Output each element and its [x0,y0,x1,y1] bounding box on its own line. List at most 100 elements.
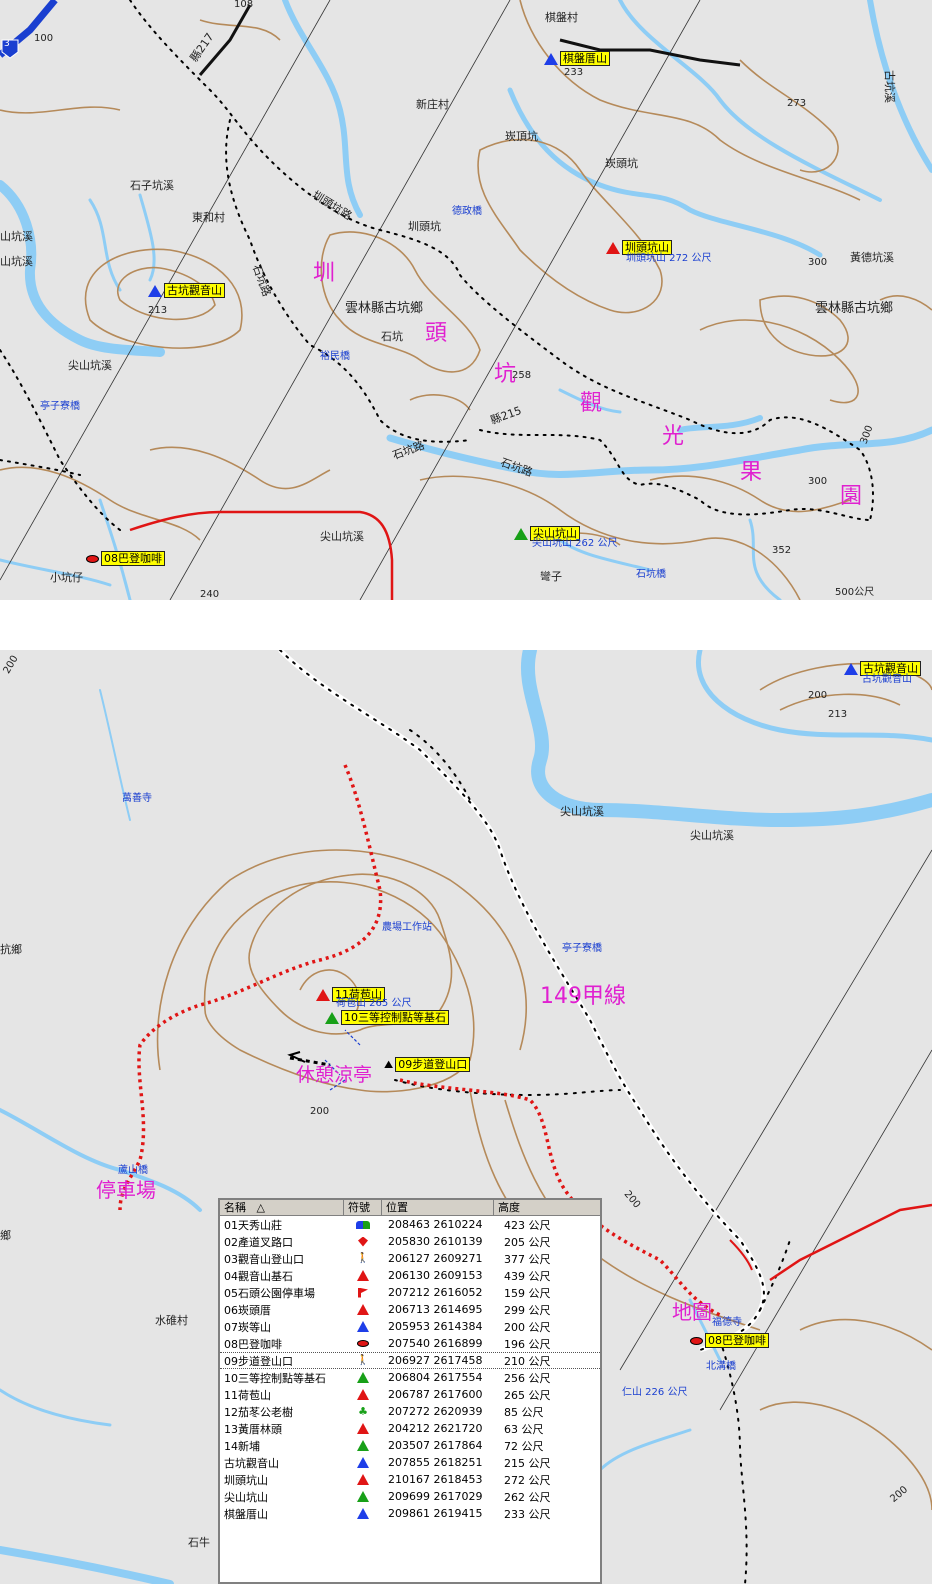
table-row[interactable]: 古坑觀音山 207855 2618251 215 公尺 [220,1454,600,1471]
cell-symbol [344,1340,382,1347]
cell-position: 206804 2617554 [388,1371,483,1384]
cell-symbol [344,1491,382,1502]
waypoint-sub: 荷苞山 265 公尺 [336,998,412,1009]
waypoint-sub: 圳頭坑山 272 公尺 [626,253,712,264]
cell-symbol [344,1321,382,1332]
cell-name: 圳頭坑山 [224,1473,268,1487]
waypoint-cafe[interactable]: 08巴登咖啡 [86,551,165,566]
table-row[interactable]: 11荷苞山 206787 2617600 265 公尺 [220,1386,600,1403]
edge-label: 古坑溪 [883,70,896,103]
column-header-name[interactable]: 名稱 △ [220,1200,344,1215]
tree-icon: ♣ [358,1405,368,1418]
table-row[interactable]: 07崁等山 205953 2614384 200 公尺 [220,1318,600,1335]
cell-position: 205830 2610139 [388,1235,483,1248]
village-label: 崁頂坑 [505,130,538,143]
cell-symbol [344,1474,382,1485]
table-row[interactable]: 08巴登咖啡 207540 2616899 196 公尺 [220,1335,600,1352]
waypoint-guanyin-mountain[interactable]: 古坑觀音山 [148,283,225,298]
table-row[interactable]: 03觀音山登山口 🚶 206127 2609271 377 公尺 [220,1250,600,1267]
cell-position: 210167 2618453 [388,1473,483,1486]
cell-name: 09步道登山口 [224,1354,293,1368]
mountain-blue-icon [357,1457,369,1468]
edge-label: 山坑溪 [0,255,33,268]
sort-indicator-icon: △ [256,1201,265,1214]
mountain-blue-icon [357,1321,369,1332]
table-row[interactable]: 10三等控制點等基石 206804 2617554 256 公尺 [220,1369,600,1386]
cell-position: 207855 2618251 [388,1456,483,1469]
cell-name: 11荷苞山 [224,1388,271,1402]
table-row[interactable]: 圳頭坑山 210167 2618453 272 公尺 [220,1471,600,1488]
waypoint-qipan-mountain[interactable]: 棋盤厝山 [544,51,610,66]
table-row[interactable]: 14新埔 203507 2617864 72 公尺 [220,1437,600,1454]
cell-altitude: 85 公尺 [504,1405,544,1419]
cell-name: 10三等控制點等基石 [224,1371,326,1385]
waypoint-trailhead[interactable]: ⛰ 09步道登山口 [384,1057,471,1072]
table-row[interactable]: 04觀音山基石 206130 2609153 439 公尺 [220,1267,600,1284]
village-label: 尖山坑溪 [320,530,364,543]
route-banner-char: 園 [840,484,863,509]
cell-position: 206130 2609153 [388,1269,483,1282]
elevation-label: 273 [787,98,807,109]
mountain-green-icon [357,1440,369,1451]
mountain-green-icon [325,1011,339,1024]
bridge-label: 裕民橋 [320,351,350,362]
table-row[interactable]: 02產道叉路口 205830 2610139 205 公尺 [220,1233,600,1250]
mountain-green-icon [514,527,528,540]
mountain-red-icon [606,241,620,254]
hiker-icon: ⛰ [384,1058,394,1071]
cell-position: 206713 2614695 [388,1303,483,1316]
waypoint-control-point[interactable]: 10三等控制點等基石 [325,1010,449,1025]
cell-symbol: 🚶 [344,1355,382,1366]
contours [0,0,932,600]
waypoint-label: 08巴登咖啡 [705,1333,769,1348]
cell-altitude: 423 公尺 [504,1218,551,1232]
table-row[interactable]: 01天秀山莊 208463 2610224 423 公尺 [220,1216,600,1233]
column-header-altitude[interactable]: 高度 [494,1200,594,1215]
top-map[interactable]: 3 縣217 圳頭坑路 石坑路 縣215 石坑路 石坑路 新庄村 棋盤村 崁頂坑… [0,0,932,600]
cell-position: 209699 2617029 [388,1490,483,1503]
cell-name: 08巴登咖啡 [224,1337,282,1351]
cell-altitude: 233 公尺 [504,1507,551,1521]
mountain-green-icon [357,1491,369,1502]
cell-altitude: 159 公尺 [504,1286,551,1300]
table-row[interactable]: 09步道登山口 🚶 206927 2617458 210 公尺 [220,1352,600,1369]
elevation-label: 352 [772,545,792,556]
village-label: 石牛 [188,1536,210,1549]
mountain-red-icon [316,988,330,1001]
bridge-label: 石坑橋 [636,569,666,580]
cell-altitude: 205 公尺 [504,1235,551,1249]
temple-label: 福德寺 [712,1317,742,1328]
village-label: 尖山坑溪 [68,359,112,372]
route-banner-char: 頭 [425,321,448,346]
table-row[interactable]: 12茄苳公老樹 ♣ 207272 2620939 85 公尺 [220,1403,600,1420]
column-header-symbol[interactable]: 符號 [344,1200,382,1215]
column-header-position[interactable]: 位置 [382,1200,494,1215]
mountain-green-icon [357,1372,369,1383]
table-row[interactable]: 06崁頭厝 206713 2614695 299 公尺 [220,1301,600,1318]
farm-station-label: 農場工作站 [382,922,432,933]
table-row[interactable]: 05石頭公園停車場 207212 2616052 159 公尺 [220,1284,600,1301]
cell-name: 14新埔 [224,1439,260,1453]
village-label: 水碓村 [155,1314,188,1327]
route-banner-char: 坑 [494,362,517,387]
elevation-label: 200 [808,690,828,701]
village-label: 圳頭坑 [408,220,441,233]
waypoint-table[interactable]: 名稱 △ 符號 位置 高度 01天秀山莊 208463 2610224 423 公尺… [218,1198,602,1584]
cell-symbol [344,1423,382,1434]
table-row[interactable]: 棋盤厝山 209861 2619415 233 公尺 [220,1505,600,1522]
elevation-label: 300 [808,476,828,487]
bottom-map[interactable]: 尖山坑溪 尖山坑溪 水碓村 石牛 抗鄉 鄉 萬善寺 亭子寮橋 農場工作站 蘆山橋… [0,650,932,1584]
table-row[interactable]: 13黃厝林頭 204212 2621720 63 公尺 [220,1420,600,1437]
peak-label: 仁山 226 公尺 [622,1387,688,1398]
pavilion-label: 休憩涼亭 [296,1064,373,1086]
cell-name: 07崁等山 [224,1320,271,1334]
highway-shield-number: 3 [4,39,10,49]
elevation-label: 213 [148,305,168,316]
cell-name: 02產道叉路口 [224,1235,293,1249]
cell-symbol [344,1270,382,1281]
table-row[interactable]: 尖山坑山 209699 2617029 262 公尺 [220,1488,600,1505]
grid-lines [0,0,701,600]
edge-label: 抗鄉 [0,943,22,956]
waypoint-cafe[interactable]: 08巴登咖啡 [690,1333,769,1348]
cafe-icon [86,554,99,563]
